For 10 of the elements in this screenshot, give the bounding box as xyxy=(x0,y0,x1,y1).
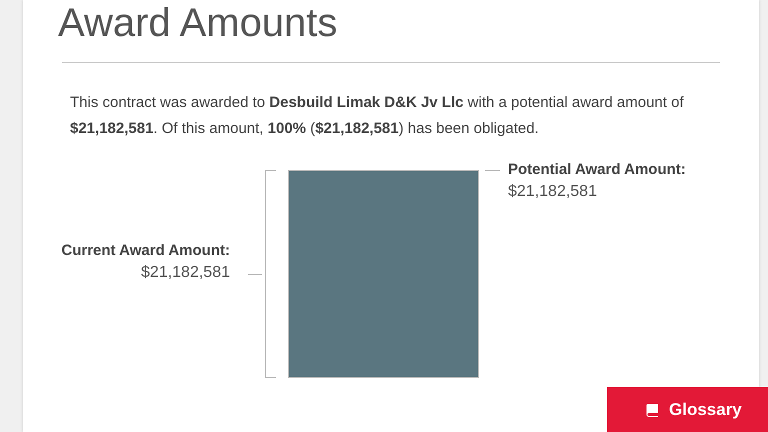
leader-line xyxy=(485,170,500,171)
glossary-button[interactable]: Glossary xyxy=(607,387,768,432)
book-icon xyxy=(645,402,659,416)
potential-label: Potential Award Amount: xyxy=(508,160,686,180)
award-summary: This contract was awarded to Desbuild Limak D&K Jv Llc with a potential award amount of $21,182,581. Of this amount, 100% ($21,182,581) has been obligated. xyxy=(70,93,685,139)
potential-value: $21,182,581 xyxy=(508,182,598,202)
page-title: Award Amounts xyxy=(57,0,338,46)
current-value: $21,182,581 xyxy=(140,263,230,283)
leader-line xyxy=(248,274,262,275)
current-label: Current Award Amount: xyxy=(61,241,230,261)
